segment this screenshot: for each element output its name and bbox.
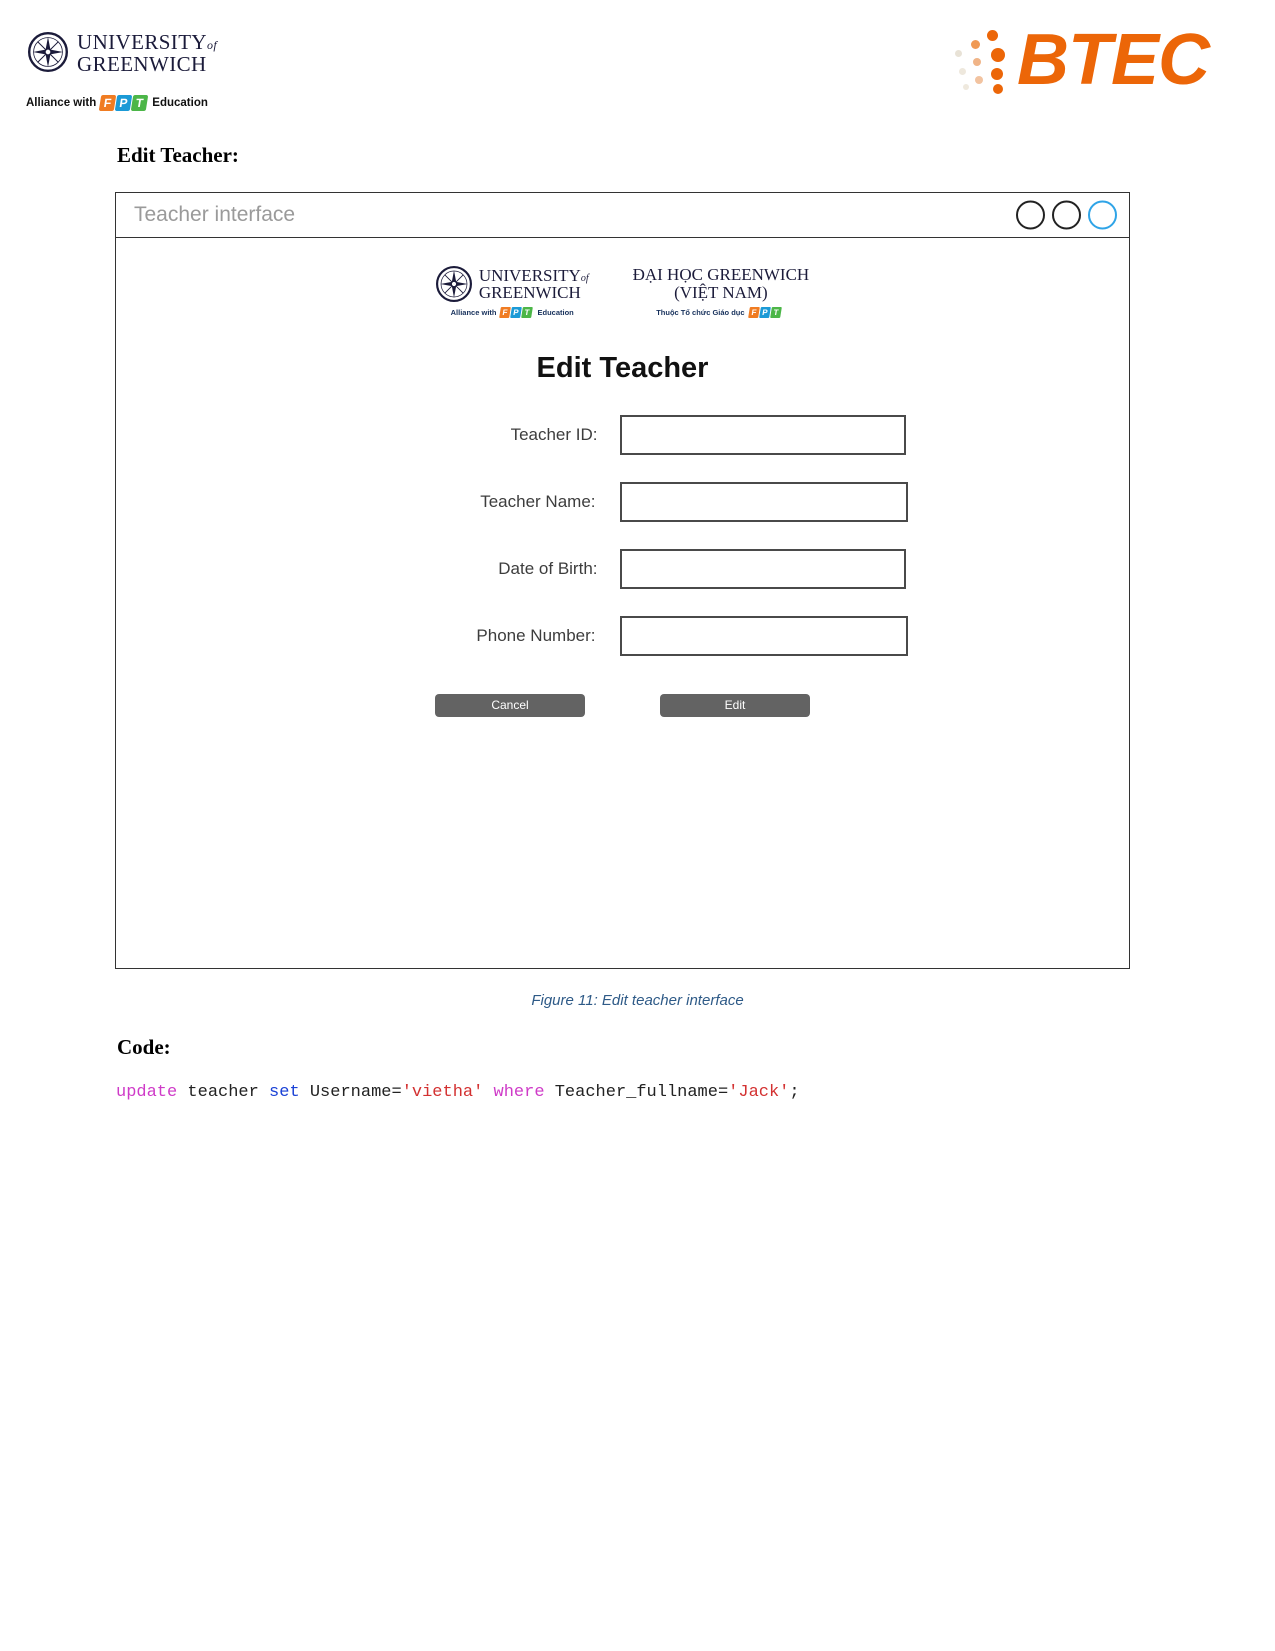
uog-line2-text: GREENWICH [77,52,207,76]
fpt-letter-t: T [131,95,149,111]
window-title-bar: Teacher interface [116,193,1129,238]
teacher-name-input[interactable] [619,482,908,522]
code-token-6: where [493,1083,545,1102]
inner-alliance-prefix-text: Alliance with [450,308,497,317]
fpt-letter-p: P [115,95,133,111]
fpt-letter-t: T [521,307,534,318]
phone-number-label: Phone Number: [476,626,596,645]
page-header: UNIVERSITYof GREENWICH Alliance with FPT… [0,0,1275,125]
form-actions: Cancel Edit [116,694,1129,717]
inner-uog-line2-text: GREENWICH [478,283,581,302]
code-token-8: 'Jack' [728,1083,790,1102]
uog-line1-text: UNIVERSITY [77,30,207,54]
inner-vietnam-logo: ĐẠI HỌC GREENWICH (VIỆT NAM) Thuộc Tổ ch… [632,265,810,318]
vietnam-line2-text: (VIỆT NAM) [674,282,768,302]
code-token-5 [483,1083,493,1102]
teacher-interface-window: Teacher interface UNIVERSITYof GREENWICH… [115,192,1130,969]
edit-teacher-section-heading: Edit Teacher: [117,143,239,167]
form-title: Edit Teacher [536,352,709,384]
form-row-phone-number: Phone Number: [116,616,1129,656]
window-title: Teacher interface [134,203,296,226]
code-token-7: Teacher_fullname= [544,1083,729,1102]
alliance-prefix-text: Alliance with [26,97,97,109]
code-token-4: 'vietha' [401,1083,484,1102]
inner-uog-of-text: of [580,272,589,284]
minimize-button[interactable] [1016,200,1045,230]
code-token-3: Username= [299,1083,402,1102]
code-token-2: set [269,1083,300,1102]
btec-wordmark: BTEC [1017,20,1210,100]
maximize-button[interactable] [1052,200,1081,230]
fpt-logo-icon: FPT [99,95,149,111]
alliance-suffix-text: Education [152,97,208,109]
close-button[interactable] [1088,200,1117,230]
teacher-id-label: Teacher ID: [510,425,598,444]
uog-of-text: of [207,38,218,52]
cancel-button[interactable]: Cancel [435,694,585,717]
window-controls [1016,200,1117,230]
inner-uog-line1-text: UNIVERSITY [478,265,581,285]
teacher-name-label: Teacher Name: [480,492,596,511]
alliance-with-fpt-badge: Alliance with FPT Education [26,95,208,111]
vietnam-sub-prefix-text: Thuộc Tổ chức Giáo dục [656,307,745,317]
sql-code-block: update teacher set Username='vietha' whe… [116,1083,800,1102]
form-row-date-of-birth: Date of Birth: [116,549,1129,589]
phone-number-input[interactable] [619,616,908,656]
inner-alliance-suffix-text: Education [537,308,574,317]
fpt-logo-icon: FPT [499,307,534,318]
teacher-id-input[interactable] [619,415,906,455]
inner-alliance-badge: Alliance with FPT Education [451,307,574,318]
fpt-letter-f: F [99,95,117,111]
form-row-teacher-id: Teacher ID: [116,415,1129,455]
fpt-logo-icon: FPT [747,306,782,318]
code-token-9: ; [789,1083,800,1102]
window-body: UNIVERSITYof GREENWICH Alliance with FPT… [116,238,1129,968]
compass-rose-icon [28,32,68,72]
edit-teacher-form: Teacher ID: Teacher Name: Date of Birth:… [116,415,1129,717]
university-of-greenwich-logo: UNIVERSITYof GREENWICH [28,32,217,75]
form-row-teacher-name: Teacher Name: [116,482,1129,522]
code-section-heading: Code: [117,1035,171,1059]
date-of-birth-input[interactable] [619,549,906,589]
vietnam-line1-text: ĐẠI HỌC GREENWICH [632,265,810,284]
fpt-letter-p: P [758,306,771,318]
code-token-1: teacher [177,1083,270,1102]
inner-university-logo: UNIVERSITYof GREENWICH Alliance with FPT… [435,265,589,318]
btec-logo: BTEC [947,20,1210,100]
fpt-letter-t: T [769,306,782,318]
vietnam-sub-badge: Thuộc Tổ chức Giáo dục FPT [656,306,785,318]
btec-dots-icon [947,24,1015,96]
code-token-0: update [116,1083,178,1102]
figure-caption: Figure 11: Edit teacher interface [531,992,744,1009]
form-logos: UNIVERSITYof GREENWICH Alliance with FPT… [116,238,1129,318]
fpt-letter-f: F [747,306,760,318]
edit-button[interactable]: Edit [660,694,810,717]
compass-rose-icon [435,266,472,302]
date-of-birth-label: Date of Birth: [498,559,598,578]
